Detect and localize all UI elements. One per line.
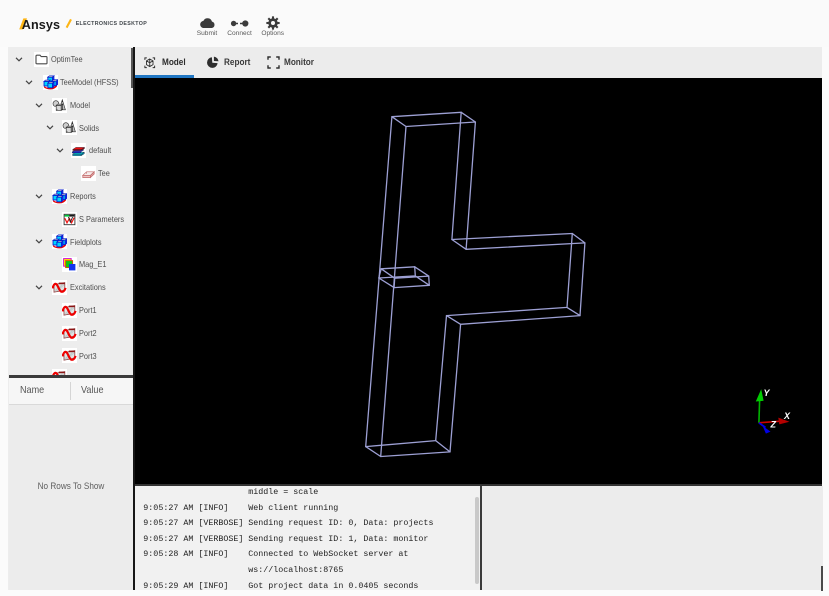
svg-text:X: X [783, 411, 791, 421]
svg-text:Z: Z [770, 420, 777, 430]
svg-text:Y: Y [764, 388, 771, 398]
svg-text:Ansys: Ansys [22, 18, 60, 32]
